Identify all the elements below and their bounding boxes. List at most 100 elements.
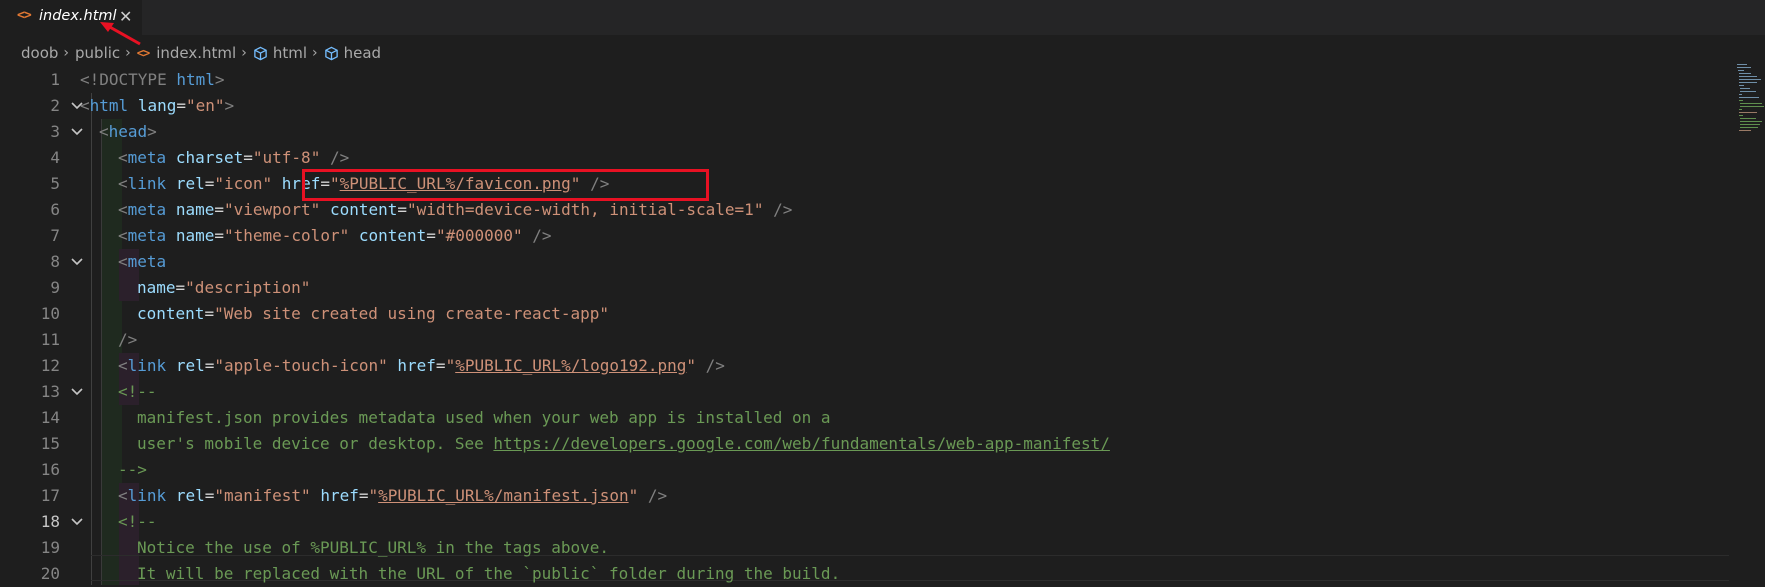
code-line[interactable]: 13 <!-- xyxy=(0,379,1740,405)
code-token: name xyxy=(137,278,176,297)
code-token: charset xyxy=(175,148,244,167)
minimap[interactable] xyxy=(1735,62,1765,152)
code-token: "viewport" xyxy=(223,200,321,219)
code-token: link xyxy=(127,174,167,193)
code-token: > xyxy=(214,70,225,89)
tab-bar: <> index.html ✕ xyxy=(0,0,1765,46)
symbol-element-icon xyxy=(324,46,338,60)
code-token: "description" xyxy=(185,278,311,297)
breadcrumb: doob › public › <> index.html › html › h… xyxy=(21,42,381,64)
code-token: href xyxy=(320,486,359,505)
code-token: "Web site created using create-react-app… xyxy=(214,304,610,323)
code-editor[interactable]: 1 <!DOCTYPE html> 2 <html lang="en"> 3 <… xyxy=(0,67,1765,585)
code-line[interactable]: 8 <meta xyxy=(0,249,1740,275)
code-token: "utf-8" xyxy=(252,148,321,167)
code-token: content xyxy=(329,200,398,219)
code-comment: It will be replaced with the URL of the … xyxy=(137,564,841,583)
code-line[interactable]: 10 content="Web site created using creat… xyxy=(0,301,1740,327)
breadcrumb-separator: › xyxy=(241,45,247,61)
line-number: 13 xyxy=(40,382,60,401)
breadcrumb-item-public[interactable]: public xyxy=(75,44,120,62)
chevron-down-icon[interactable] xyxy=(67,509,87,535)
code-link[interactable]: %PUBLIC_URL%/manifest.json xyxy=(378,486,628,505)
line-number: 15 xyxy=(40,434,60,453)
html-file-icon: <> xyxy=(17,8,32,23)
code-line[interactable]: 19 Notice the use of %PUBLIC_URL% in the… xyxy=(0,535,1740,561)
line-number: 14 xyxy=(40,408,60,427)
code-comment: --> xyxy=(118,460,147,479)
line-number: 11 xyxy=(40,330,60,349)
code-line[interactable]: 16 --> xyxy=(0,457,1740,483)
code-token: html xyxy=(89,96,129,115)
code-line[interactable]: 6 <meta name="viewport" content="width=d… xyxy=(0,197,1740,223)
code-token: rel xyxy=(175,356,205,375)
code-token: > xyxy=(224,96,235,115)
code-token: "manifest" xyxy=(214,486,311,505)
code-token: "theme-color" xyxy=(223,226,350,245)
code-line[interactable]: 1 <!DOCTYPE html> xyxy=(0,67,1740,93)
code-line[interactable]: 20 It will be replaced with the URL of t… xyxy=(0,561,1740,587)
code-comment: Notice the use of %PUBLIC_URL% in the ta… xyxy=(137,538,610,557)
code-token: meta xyxy=(127,148,167,167)
code-token: "icon" xyxy=(214,174,273,193)
line-number: 20 xyxy=(40,564,60,583)
line-number: 4 xyxy=(50,148,60,167)
code-line[interactable]: 14 manifest.json provides metadata used … xyxy=(0,405,1740,431)
annotation-highlight-box xyxy=(302,169,709,201)
line-number: 7 xyxy=(50,226,60,245)
code-token: "width=device-width, initial-scale=1" xyxy=(407,200,764,219)
chevron-down-icon[interactable] xyxy=(67,249,87,275)
code-token: rel xyxy=(175,174,205,193)
code-comment: <!-- xyxy=(118,512,157,531)
code-token: link xyxy=(127,486,167,505)
code-link[interactable]: https://developers.google.com/web/fundam… xyxy=(493,434,1110,453)
html-file-icon: <> xyxy=(136,46,150,60)
line-number: 19 xyxy=(40,538,60,557)
line-number: 5 xyxy=(50,174,60,193)
code-token: link xyxy=(127,356,167,375)
code-token: /> xyxy=(705,356,725,375)
code-token: "#000000" xyxy=(435,226,523,245)
code-line[interactable]: 7 <meta name="theme-color" content="#000… xyxy=(0,223,1740,249)
code-token: lang xyxy=(137,96,177,115)
code-comment: manifest.json provides metadata used whe… xyxy=(137,408,831,427)
line-number: 8 xyxy=(50,252,60,271)
line-number: 12 xyxy=(40,356,60,375)
breadcrumb-item-html[interactable]: html xyxy=(273,44,307,62)
breadcrumb-item-head[interactable]: head xyxy=(344,44,381,62)
symbol-element-icon xyxy=(254,46,267,60)
code-token: /> xyxy=(647,486,668,505)
chevron-down-icon[interactable] xyxy=(67,119,87,145)
code-line[interactable]: 2 <html lang="en"> xyxy=(0,93,1740,119)
code-line[interactable]: 12 <link rel="apple-touch-icon" href="%P… xyxy=(0,353,1740,379)
code-token: href xyxy=(397,356,436,375)
code-line[interactable]: 15 user's mobile device or desktop. See … xyxy=(0,431,1740,457)
code-token: html xyxy=(166,70,215,89)
code-token: /> xyxy=(118,330,138,349)
code-token: name xyxy=(175,200,215,219)
code-token: content xyxy=(358,226,427,245)
code-line[interactable]: 11 /> xyxy=(0,327,1740,353)
code-token: rel xyxy=(175,486,205,505)
code-line[interactable]: 9 name="description" xyxy=(0,275,1740,301)
code-comment: <!-- xyxy=(118,382,157,401)
breadcrumb-item-doob[interactable]: doob xyxy=(21,44,58,62)
code-token: content xyxy=(137,304,205,323)
code-token: head xyxy=(108,122,148,141)
code-token: meta xyxy=(127,200,167,219)
code-token: < xyxy=(80,96,90,115)
code-line[interactable]: 5 <link rel="icon" href="%PUBLIC_URL%/fa… xyxy=(0,171,1740,197)
code-token: "apple-touch-icon" xyxy=(214,356,388,375)
code-token: /> xyxy=(773,200,793,219)
code-line[interactable]: 4 <meta charset="utf-8" /> xyxy=(0,145,1740,171)
code-line-active[interactable]: 18 <!-- xyxy=(0,509,1740,535)
line-number: 6 xyxy=(50,200,60,219)
breadcrumb-item-index-html[interactable]: index.html xyxy=(156,44,236,62)
line-number: 3 xyxy=(50,122,60,141)
code-line[interactable]: 17 <link rel="manifest" href="%PUBLIC_UR… xyxy=(0,483,1740,509)
chevron-down-icon[interactable] xyxy=(67,379,87,405)
code-link[interactable]: %PUBLIC_URL%/logo192.png xyxy=(455,356,686,375)
code-token: meta xyxy=(127,252,167,271)
line-number: 17 xyxy=(40,486,60,505)
code-line[interactable]: 3 <head> xyxy=(0,119,1740,145)
